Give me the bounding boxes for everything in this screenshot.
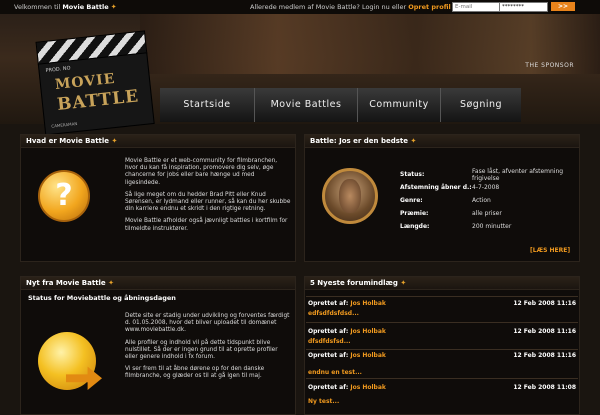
divider [306, 322, 578, 323]
site-logo[interactable]: PROD. NO MOVIE BATTLE CAMERAMAN [35, 30, 155, 136]
news-text: Dette site er stadig under udvikling og … [125, 313, 291, 386]
genre-value: Action [472, 197, 491, 204]
welcome-text: Velkommen til Movie Battle ✦ [14, 0, 117, 14]
vote-value: 4-7-2008 [472, 184, 500, 191]
about-p2: Så lige meget om du hedder Brad Pitt ell… [125, 191, 291, 213]
member-text: Allerede medlem af Movie Battle? Login n… [250, 0, 451, 14]
header: PROD. NO MOVIE BATTLE CAMERAMAN THE SPON… [0, 14, 600, 136]
login-button[interactable]: >> [551, 2, 575, 11]
logo-camera: CAMERAMAN [51, 120, 78, 129]
post-by-label: Oprettet af: [308, 300, 349, 307]
vote-label: Afstemning åbner d.: [400, 184, 472, 191]
post-user[interactable]: Jos Holbak [350, 352, 386, 359]
signup-link[interactable]: Opret profil [408, 3, 451, 11]
about-title: Hvad er Movie Battle ✦ [21, 135, 295, 148]
divider [306, 349, 578, 350]
password-field[interactable] [499, 2, 548, 12]
news-p2: Alle profiler og indhold vil på dette ti… [125, 339, 278, 361]
member-prompt: Allerede medlem af Movie Battle? Login n… [250, 3, 409, 11]
post-date: 12 Feb 2008 11:16 [513, 328, 576, 335]
forum-post[interactable]: Oprettet af: Jos Holbak 12 Feb 2008 11:1… [308, 352, 576, 376]
battle-thumbnail[interactable] [322, 168, 378, 224]
length-label: Længde: [400, 223, 430, 230]
star-icon: ✦ [400, 279, 407, 287]
top-bar: Velkommen til Movie Battle ✦ Allerede me… [0, 0, 600, 14]
news-p3: Vi ser frem til at åbne dørene op for de… [125, 366, 265, 380]
about-text: Movie Battle er et web-community for fil… [125, 158, 291, 238]
nav-community[interactable]: Community [357, 88, 440, 122]
post-title[interactable]: dfsdfdsfsd... [308, 338, 351, 345]
clapper-board: PROD. NO MOVIE BATTLE CAMERAMAN [37, 52, 155, 136]
news-p1: Dette site er stadig under udvikling og … [125, 313, 290, 334]
main-nav: Startside Movie Battles Community Søgnin… [160, 88, 600, 122]
news-subtitle: Status for Moviebattle og åbningsdagen [28, 294, 176, 302]
logo-prod: PROD. NO [45, 65, 71, 74]
battle-title[interactable]: Battle: Jos er den bedste ✦ [305, 135, 579, 148]
battle-face [339, 179, 361, 213]
status-label: Status: [400, 171, 425, 178]
star-icon: ✦ [108, 279, 114, 287]
star-icon: ✦ [410, 137, 417, 145]
prize-label: Præmie: [400, 210, 429, 217]
post-title[interactable]: edfsdfdsfdsd... [308, 310, 359, 317]
forum-post[interactable]: Oprettet af: Jos Holbak 12 Feb 2008 11:1… [308, 300, 576, 320]
news-title: Nyt fra Movie Battle ✦ [21, 277, 295, 290]
post-date: 12 Feb 2008 11:16 [513, 300, 576, 307]
post-date: 12 Feb 2008 11:16 [513, 352, 576, 359]
about-p1: Movie Battle er et web-community for fil… [125, 158, 278, 186]
star-icon: ✦ [110, 3, 117, 11]
genre-label: Genre: [400, 197, 423, 204]
star-icon: ✦ [111, 137, 118, 145]
nav-movie-battles[interactable]: Movie Battles [254, 88, 357, 122]
nav-startside[interactable]: Startside [160, 88, 254, 122]
forum-post[interactable]: Oprettet af: Jos Holbak 12 Feb 2008 11:0… [308, 384, 576, 405]
post-user[interactable]: Jos Holbak [350, 300, 386, 307]
question-icon: ? [38, 170, 90, 222]
nav-soegning[interactable]: Søgning [440, 88, 521, 122]
sponsor-label[interactable]: THE SPONSOR [525, 62, 574, 69]
post-user[interactable]: Jos Holbak [350, 384, 386, 391]
post-by-label: Oprettet af: [308, 384, 349, 391]
read-more-link[interactable]: [LÆS HERE] [530, 247, 570, 254]
divider [306, 296, 578, 297]
prize-value: alle priser [472, 210, 502, 217]
post-by-label: Oprettet af: [308, 352, 349, 359]
post-title[interactable]: endnu en test... [308, 369, 362, 376]
divider [306, 378, 578, 379]
length-value: 200 minutter [472, 223, 512, 230]
post-title[interactable]: Ny test... [308, 398, 339, 405]
status-value: Fase låst, afventer afstemning frigivels… [472, 168, 564, 182]
welcome-brand: Movie Battle [62, 3, 109, 11]
post-date: 12 Feb 2008 11:08 [513, 384, 576, 391]
about-p3: Movie Battle afholder også jævnligt batt… [125, 218, 288, 232]
post-by-label: Oprettet af: [308, 328, 349, 335]
forum-post[interactable]: Oprettet af: Jos Holbak 12 Feb 2008 11:1… [308, 328, 576, 348]
post-user[interactable]: Jos Holbak [350, 328, 386, 335]
forum-title: 5 Nyeste forumindlæg ✦ [305, 277, 579, 290]
welcome-prefix: Velkommen til [14, 3, 63, 11]
